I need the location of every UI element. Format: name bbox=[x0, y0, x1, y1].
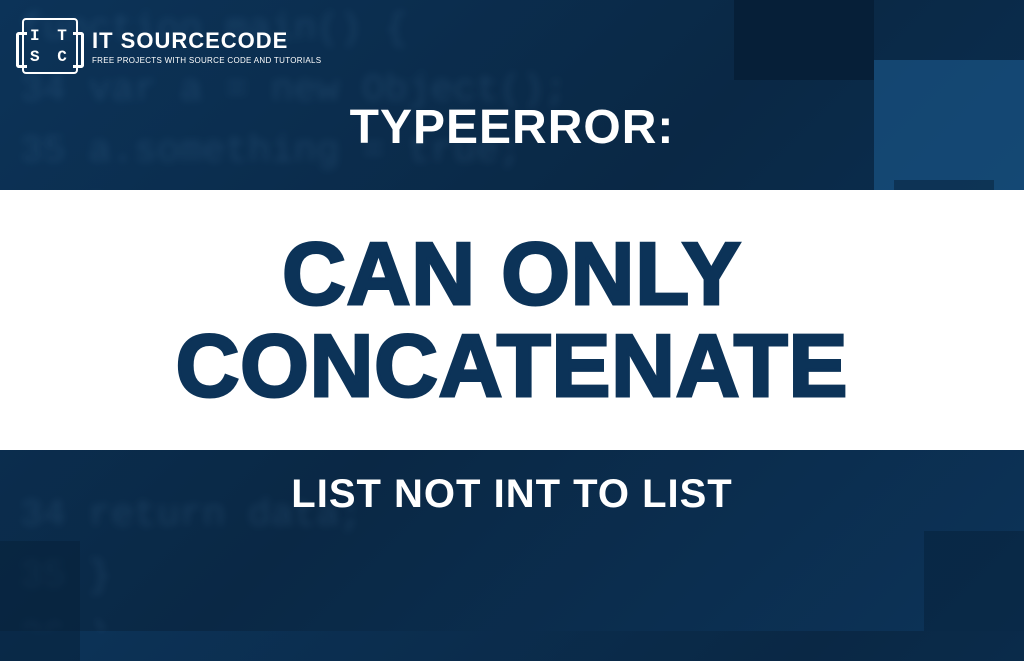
main-heading-line1: CAN ONLY bbox=[176, 228, 849, 320]
main-heading-line2: CONCATENATE bbox=[176, 320, 849, 412]
heading-top: TYPEERROR: bbox=[0, 100, 1024, 155]
logo-text: IT SOURCECODE FREE PROJECTS WITH SOURCE … bbox=[92, 28, 321, 65]
heading-bottom: LIST NOT INT TO LIST bbox=[0, 472, 1024, 517]
site-logo: I TS C IT SOURCECODE FREE PROJECTS WITH … bbox=[22, 18, 321, 74]
brand-tagline: FREE PROJECTS WITH SOURCE CODE AND TUTOR… bbox=[92, 56, 321, 65]
logo-icon-text: I TS C bbox=[30, 26, 71, 68]
brand-name: IT SOURCECODE bbox=[92, 28, 321, 54]
main-heading: CAN ONLY CONCATENATE bbox=[176, 228, 849, 413]
logo-icon: I TS C bbox=[22, 18, 78, 74]
decorative-square-left bbox=[0, 541, 80, 661]
main-banner: CAN ONLY CONCATENATE bbox=[0, 190, 1024, 450]
